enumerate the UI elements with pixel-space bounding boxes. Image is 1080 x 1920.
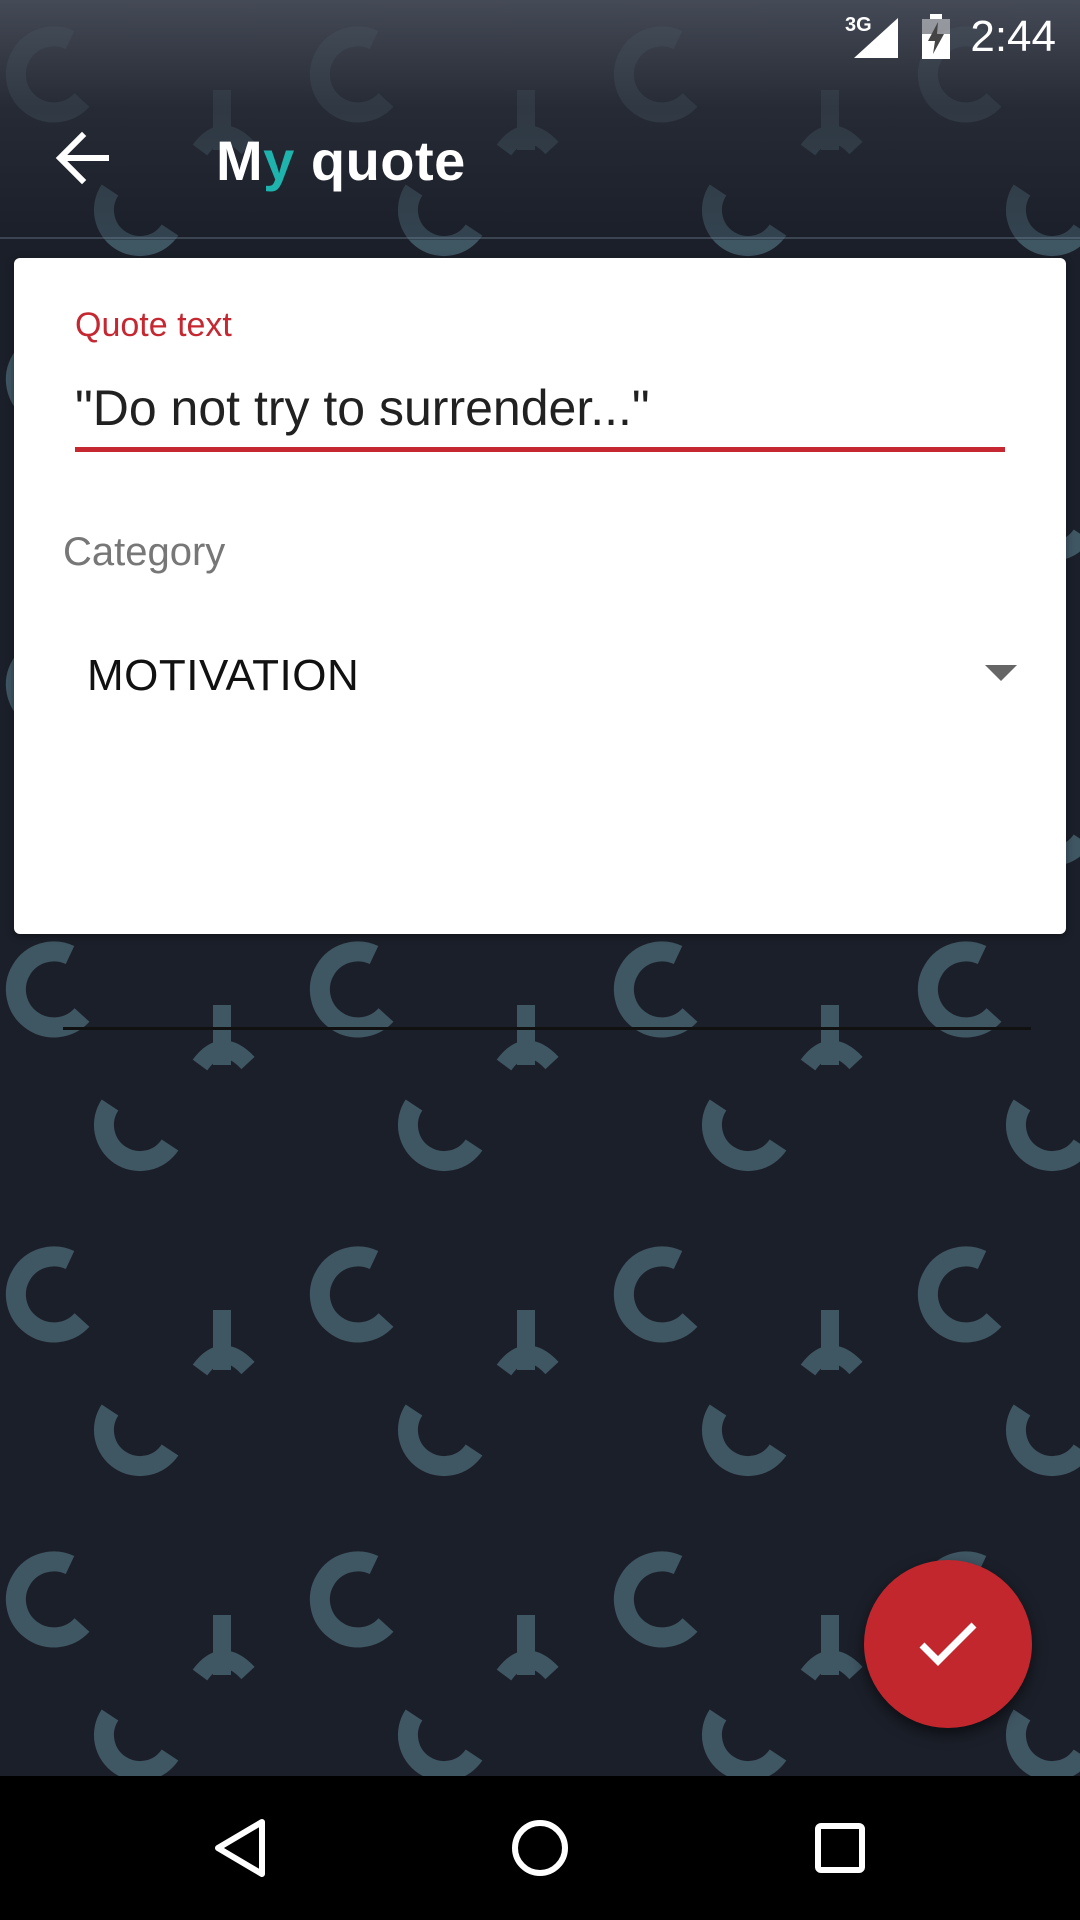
check-icon	[919, 1622, 977, 1666]
nav-recents-button[interactable]	[750, 1776, 930, 1920]
quote-text-input[interactable]: "Do not try to surrender..."	[75, 378, 1005, 438]
category-selected-value: MOTIVATION	[87, 651, 360, 700]
quote-input-underline	[75, 447, 1005, 452]
quote-form-card: Quote text "Do not try to surrender..." …	[14, 258, 1066, 1030]
status-time: 2:44	[970, 12, 1056, 61]
status-bar: 3G 2:44	[0, 0, 1080, 76]
arrow-back-icon	[55, 131, 109, 185]
page-title: My quote	[216, 128, 466, 193]
recents-icon	[815, 1823, 865, 1873]
title-prefix: M	[216, 129, 264, 192]
nav-back-button[interactable]	[150, 1776, 330, 1920]
nav-back-icon	[215, 1819, 265, 1877]
dropdown-arrow-icon	[985, 665, 1017, 681]
category-underline	[63, 1027, 1031, 1030]
title-accent: y	[263, 129, 295, 192]
save-fab-button[interactable]	[864, 1560, 1032, 1728]
signal-icon	[854, 18, 898, 58]
quote-text-label: Quote text	[75, 306, 232, 344]
category-dropdown[interactable]: MOTIVATION	[63, 613, 1031, 1030]
back-button[interactable]	[54, 130, 114, 190]
battery-charging-icon	[922, 14, 950, 59]
home-icon	[512, 1820, 568, 1876]
title-suffix: quote	[294, 129, 466, 192]
nav-home-button[interactable]	[450, 1776, 630, 1920]
navigation-bar	[0, 1776, 1080, 1920]
appbar-divider	[0, 237, 1080, 239]
category-label: Category	[63, 530, 226, 574]
